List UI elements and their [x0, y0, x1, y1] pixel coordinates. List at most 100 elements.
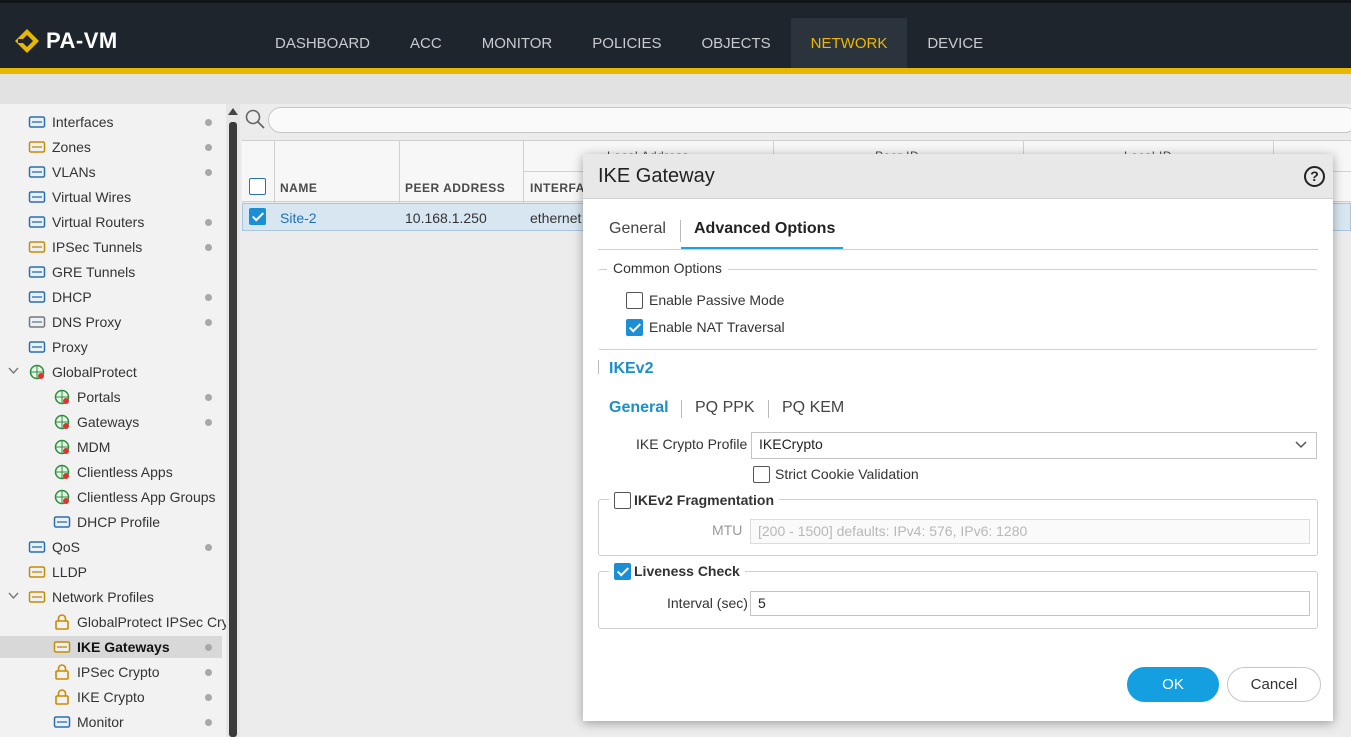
row-peer-address: 10.168.1.250: [405, 210, 487, 226]
nav-tab-acc[interactable]: ACC: [390, 18, 462, 68]
nav-tab-monitor[interactable]: MONITOR: [462, 18, 573, 68]
nav-tab-objects[interactable]: OBJECTS: [681, 18, 790, 68]
expand-caret-icon[interactable]: [8, 590, 19, 604]
col-header-interface[interactable]: INTERFA: [530, 181, 585, 195]
sidebar-item-label: Zones: [52, 139, 91, 155]
nav-tab-policies[interactable]: POLICIES: [572, 18, 681, 68]
sidebar-item[interactable]: GlobalProtect: [27, 361, 137, 383]
row-name-link[interactable]: Site-2: [280, 210, 317, 226]
sidebar-item[interactable]: Zones: [27, 136, 91, 158]
sidebar-item[interactable]: Proxy: [27, 336, 88, 358]
common-options-group: [598, 269, 1318, 350]
ok-button[interactable]: OK: [1127, 667, 1219, 702]
ikev2-subtab-pq-kem[interactable]: PQ KEM: [782, 399, 844, 417]
sidebar-item[interactable]: Virtual Routers: [27, 211, 144, 233]
nav-tab-dashboard[interactable]: DASHBOARD: [255, 18, 390, 68]
sidebar-item[interactable]: IPSec Crypto: [52, 661, 159, 683]
sidebar-item-label: GRE Tunnels: [52, 264, 136, 280]
search-icon[interactable]: [245, 109, 265, 132]
passive-mode-label[interactable]: Enable Passive Mode: [649, 292, 784, 308]
nat-traversal-label[interactable]: Enable NAT Traversal: [649, 319, 785, 335]
sidebar-item[interactable]: Interfaces: [27, 111, 113, 133]
scroll-up-arrow-icon[interactable]: [228, 108, 238, 115]
clientless-app-groups-icon: [52, 488, 72, 506]
lock-icon: [52, 663, 72, 681]
ikev2-subtab-pq-ppk[interactable]: PQ PPK: [695, 399, 755, 417]
sidebar-item[interactable]: IKE Crypto: [52, 686, 145, 708]
fragmentation-checkbox[interactable]: [614, 491, 631, 509]
sidebar-item[interactable]: GRE Tunnels: [27, 261, 135, 283]
scrollbar-thumb[interactable]: [229, 122, 237, 737]
row-interface: ethernet: [530, 210, 582, 226]
app-logo[interactable]: PA-VM: [14, 28, 118, 54]
sidebar-item-label: DNS Proxy: [52, 314, 122, 330]
search-input[interactable]: [268, 107, 1351, 133]
help-icon[interactable]: ?: [1304, 166, 1325, 187]
nat-traversal-checkbox[interactable]: [626, 319, 643, 336]
subtab-divider: [768, 400, 769, 418]
sidebar-item-label: Network Profiles: [52, 589, 154, 605]
sidebar-item[interactable]: VLANs: [27, 161, 96, 183]
sidebar-item[interactable]: Network Profiles: [27, 586, 154, 608]
mtu-label: MTU: [712, 522, 743, 538]
sidebar-item[interactable]: IKE Gateways: [0, 636, 222, 658]
sidebar-item-label: Clientless App Groups: [77, 489, 216, 505]
passive-mode-checkbox[interactable]: [626, 292, 643, 309]
monitor-icon: [52, 713, 72, 731]
gre-tunnels-icon: [27, 263, 47, 281]
network-profiles-icon: [27, 588, 47, 606]
sidebar-item[interactable]: Monitor: [52, 711, 124, 733]
nav-tab-device[interactable]: DEVICE: [907, 18, 1003, 68]
sidebar-item[interactable]: DNS Proxy: [27, 311, 121, 333]
sidebar: Interfaces Zones VLANs Virtual Wires Virtual…: [0, 104, 226, 737]
tab-general[interactable]: General: [609, 220, 666, 238]
interfaces-icon: [27, 113, 47, 131]
sidebar-item[interactable]: DHCP: [27, 286, 92, 308]
sidebar-item-label: DHCP: [52, 289, 92, 305]
sidebar-item[interactable]: Virtual Wires: [27, 186, 131, 208]
status-dot-icon: [205, 544, 212, 551]
chevron-down-icon: [1294, 437, 1308, 454]
ipsec-tunnels-icon: [27, 238, 47, 256]
sidebar-item[interactable]: LLDP: [27, 561, 87, 583]
sidebar-item[interactable]: Gateways: [52, 411, 139, 433]
sidebar-item[interactable]: MDM: [52, 436, 110, 458]
clientless-apps-icon: [52, 463, 72, 481]
sidebar-item-label: IKE Crypto: [77, 689, 145, 705]
zones-icon: [27, 138, 47, 156]
sidebar-item[interactable]: Clientless App Groups: [52, 486, 216, 508]
strict-cookie-checkbox[interactable]: [753, 466, 770, 483]
select-all-checkbox[interactable]: [249, 178, 266, 195]
col-header-name[interactable]: NAME: [280, 181, 317, 195]
sidebar-item-label: DHCP Profile: [77, 514, 160, 530]
sidebar-item-label: GlobalProtect: [52, 364, 137, 380]
ikev2-subtab-general[interactable]: General: [609, 399, 669, 417]
sidebar-item[interactable]: DHCP Profile: [52, 511, 160, 533]
liveness-checkbox[interactable]: [614, 562, 631, 580]
tab-advanced-options[interactable]: Advanced Options: [694, 220, 835, 238]
ike-crypto-profile-select[interactable]: IKECrypto: [751, 432, 1317, 459]
sidebar-item[interactable]: QoS: [27, 536, 80, 558]
lldp-icon: [27, 563, 47, 581]
mtu-input[interactable]: [200 - 1500] defaults: IPv4: 576, IPv6: …: [750, 519, 1310, 544]
sidebar-item-label: Proxy: [52, 339, 88, 355]
status-dot-icon: [205, 644, 212, 651]
strict-cookie-label[interactable]: Strict Cookie Validation: [775, 466, 919, 482]
cancel-button[interactable]: Cancel: [1227, 667, 1321, 702]
sidebar-item-label: Gateways: [77, 414, 140, 430]
interval-input[interactable]: 5: [750, 591, 1310, 616]
sidebar-item[interactable]: IPSec Tunnels: [27, 236, 142, 258]
sidebar-item[interactable]: GlobalProtect IPSec Cry: [52, 611, 226, 633]
sidebar-scrollbar[interactable]: [226, 104, 240, 737]
fragmentation-label[interactable]: IKEv2 Fragmentation: [634, 492, 774, 508]
col-header-peer-address[interactable]: PEER ADDRESS: [405, 181, 505, 195]
row-checkbox[interactable]: [249, 208, 266, 225]
liveness-label[interactable]: Liveness Check: [634, 563, 740, 579]
nav-tab-network[interactable]: NETWORK: [790, 18, 908, 68]
expand-caret-icon[interactable]: [8, 365, 19, 379]
ike-crypto-profile-label: IKE Crypto Profile: [636, 436, 748, 452]
sidebar-item[interactable]: Portals: [52, 386, 121, 408]
status-dot-icon: [205, 719, 212, 726]
sidebar-item-label: IPSec Crypto: [77, 664, 160, 680]
sidebar-item[interactable]: Clientless Apps: [52, 461, 173, 483]
